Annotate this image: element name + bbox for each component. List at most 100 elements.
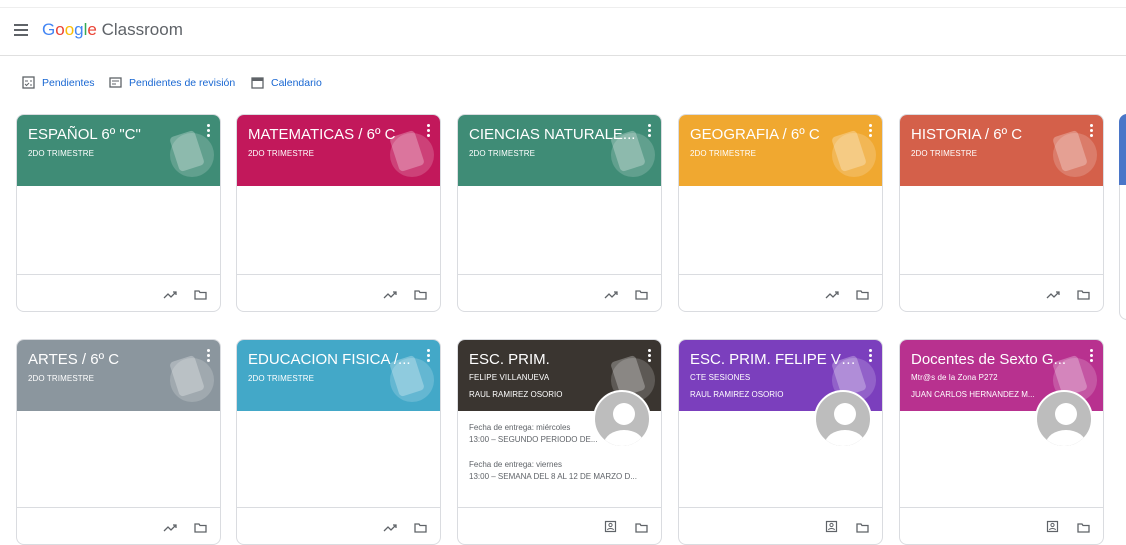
main-menu-icon[interactable] [14,24,28,36]
due-assignment-link[interactable]: 13:00 – SEGUNDO PERIODO DE... [469,435,597,444]
card-title[interactable]: ESC. PRIM. FELIPE VIL... [690,351,860,368]
card-title[interactable]: HISTORIA / 6º C [911,126,1022,143]
folder-icon[interactable] [635,287,648,305]
due-label: Fecha de entrega: miércoles [469,423,571,432]
folder-icon[interactable] [194,520,207,538]
card-section: 2DO TRIMESTRE [248,374,315,383]
quick-nav: Pendientes Pendientes de revisión Calend… [0,76,1126,92]
card-header[interactable]: CIENCIAS NATURALE... 2DO TRIMESTRE [458,115,661,186]
card-title[interactable]: EDUCACION FISICA /... [248,351,411,368]
class-card[interactable]: HISTORIA / 6º C 2DO TRIMESTRE [899,114,1104,312]
app-brand[interactable]: Google Classroom [42,20,183,40]
more-options-icon[interactable] [1088,349,1094,363]
card-footer [458,507,661,544]
more-options-icon[interactable] [205,124,211,138]
card-footer [900,274,1103,311]
more-options-icon[interactable] [646,124,652,138]
card-title[interactable]: ESC. PRIM. [469,351,550,368]
card-title[interactable]: Docentes de Sexto G... [911,351,1066,368]
card-teacher: RAUL RAMIREZ OSORIO [469,390,563,399]
card-section: 2DO TRIMESTRE [248,149,315,158]
card-header[interactable]: HISTORIA / 6º C 2DO TRIMESTRE [900,115,1103,186]
card-title[interactable]: CIENCIAS NATURALE... [469,126,635,143]
card-section: 2DO TRIMESTRE [911,149,978,158]
folder-icon[interactable] [414,287,427,305]
teacher-avatar [593,390,651,448]
more-options-icon[interactable] [867,124,873,138]
card-footer [679,507,882,544]
nav-calendario-label: Calendario [271,76,322,89]
gradebook-trend-icon[interactable] [825,287,839,305]
class-card[interactable]: ARTES / 6º C 2DO TRIMESTRE [16,339,221,545]
calendar-icon [251,77,264,89]
nav-pendientes-revision-label: Pendientes de revisión [129,76,236,89]
gradebook-trend-icon[interactable] [1046,287,1060,305]
class-card[interactable]: CIENCIAS NATURALE... 2DO TRIMESTRE [457,114,662,312]
brand-google: Google [42,20,97,39]
class-card[interactable]: ESC. PRIM. FELIPE VILLANUEVA RAUL RAMIREZ … [457,339,662,545]
card-header[interactable]: ARTES / 6º C 2DO TRIMESTRE [17,340,220,411]
class-card[interactable]: GEOGRAFIA / 6º C 2DO TRIMESTRE [678,114,883,312]
card-section: Mtr@s de la Zona P272 [911,373,998,382]
gradebook-trend-icon[interactable] [163,287,177,305]
class-card[interactable]: Docentes de Sexto G... Mtr@s de la Zona P… [899,339,1104,545]
due-assignment-link[interactable]: 13:00 – SEMANA DEL 8 AL 12 DE MARZO D... [469,472,637,481]
card-footer [237,507,440,544]
card-title[interactable]: ESPAÑOL 6º "C" [28,126,141,143]
card-header[interactable]: ESPAÑOL 6º "C" 2DO TRIMESTRE [17,115,220,186]
card-title[interactable]: ARTES / 6º C [28,351,119,368]
folder-icon[interactable] [194,287,207,305]
more-options-icon[interactable] [867,349,873,363]
more-options-icon[interactable] [425,124,431,138]
card-footer [17,507,220,544]
brand-product: Classroom [101,20,183,39]
class-card[interactable]: MATEMATICAS / 6º C 2DO TRIMESTRE [236,114,441,312]
card-teacher: JUAN CARLOS HERNANDEZ M... [911,390,1035,399]
card-footer [679,274,882,311]
card-header[interactable]: EDUCACION FISICA /... 2DO TRIMESTRE [237,340,440,411]
nav-pendientes-revision[interactable]: Pendientes de revisión [109,76,235,89]
more-options-icon[interactable] [425,349,431,363]
teacher-avatar [1035,390,1093,448]
work-portfolio-icon[interactable] [604,520,617,538]
folder-icon[interactable] [1077,520,1090,538]
class-card[interactable]: ESC. PRIM. FELIPE VIL... CTE SESIONES RAUL… [678,339,883,545]
card-footer [237,274,440,311]
card-section: CTE SESIONES [690,373,751,382]
class-card[interactable]: ESPAÑOL 6º "C" 2DO TRIMESTRE [16,114,221,312]
card-teacher: RAUL RAMIREZ OSORIO [690,390,784,399]
card-section: FELIPE VILLANUEVA [469,373,550,382]
more-options-icon[interactable] [1088,124,1094,138]
nav-pendientes-label: Pendientes [42,76,95,89]
card-header[interactable]: MATEMATICAS / 6º C 2DO TRIMESTRE [237,115,440,186]
folder-icon[interactable] [635,520,648,538]
folder-icon[interactable] [1077,287,1090,305]
folder-icon[interactable] [856,520,869,538]
card-title[interactable]: MATEMATICAS / 6º C [248,126,395,143]
card-title[interactable]: GEOGRAFIA / 6º C [690,126,820,143]
more-options-icon[interactable] [205,349,211,363]
nav-calendario[interactable]: Calendario [251,76,322,89]
folder-icon[interactable] [856,287,869,305]
due-label: Fecha de entrega: viernes [469,460,562,469]
card-section: 2DO TRIMESTRE [28,149,95,158]
work-portfolio-icon[interactable] [1046,520,1059,538]
more-options-icon[interactable] [646,349,652,363]
todo-icon [22,76,35,89]
card-section: 2DO TRIMESTRE [28,374,95,383]
next-card-edge-header [1119,114,1126,185]
nav-pendientes[interactable]: Pendientes [22,76,95,89]
gradebook-trend-icon[interactable] [383,520,397,538]
card-footer [900,507,1103,544]
gradebook-trend-icon[interactable] [604,287,618,305]
work-portfolio-icon[interactable] [825,520,838,538]
card-header[interactable]: GEOGRAFIA / 6º C 2DO TRIMESTRE [679,115,882,186]
review-icon [109,77,122,88]
top-app-bar: Google Classroom [0,8,1126,56]
card-section: 2DO TRIMESTRE [469,149,536,158]
class-card[interactable]: EDUCACION FISICA /... 2DO TRIMESTRE [236,339,441,545]
card-section: 2DO TRIMESTRE [690,149,757,158]
gradebook-trend-icon[interactable] [163,520,177,538]
folder-icon[interactable] [414,520,427,538]
gradebook-trend-icon[interactable] [383,287,397,305]
